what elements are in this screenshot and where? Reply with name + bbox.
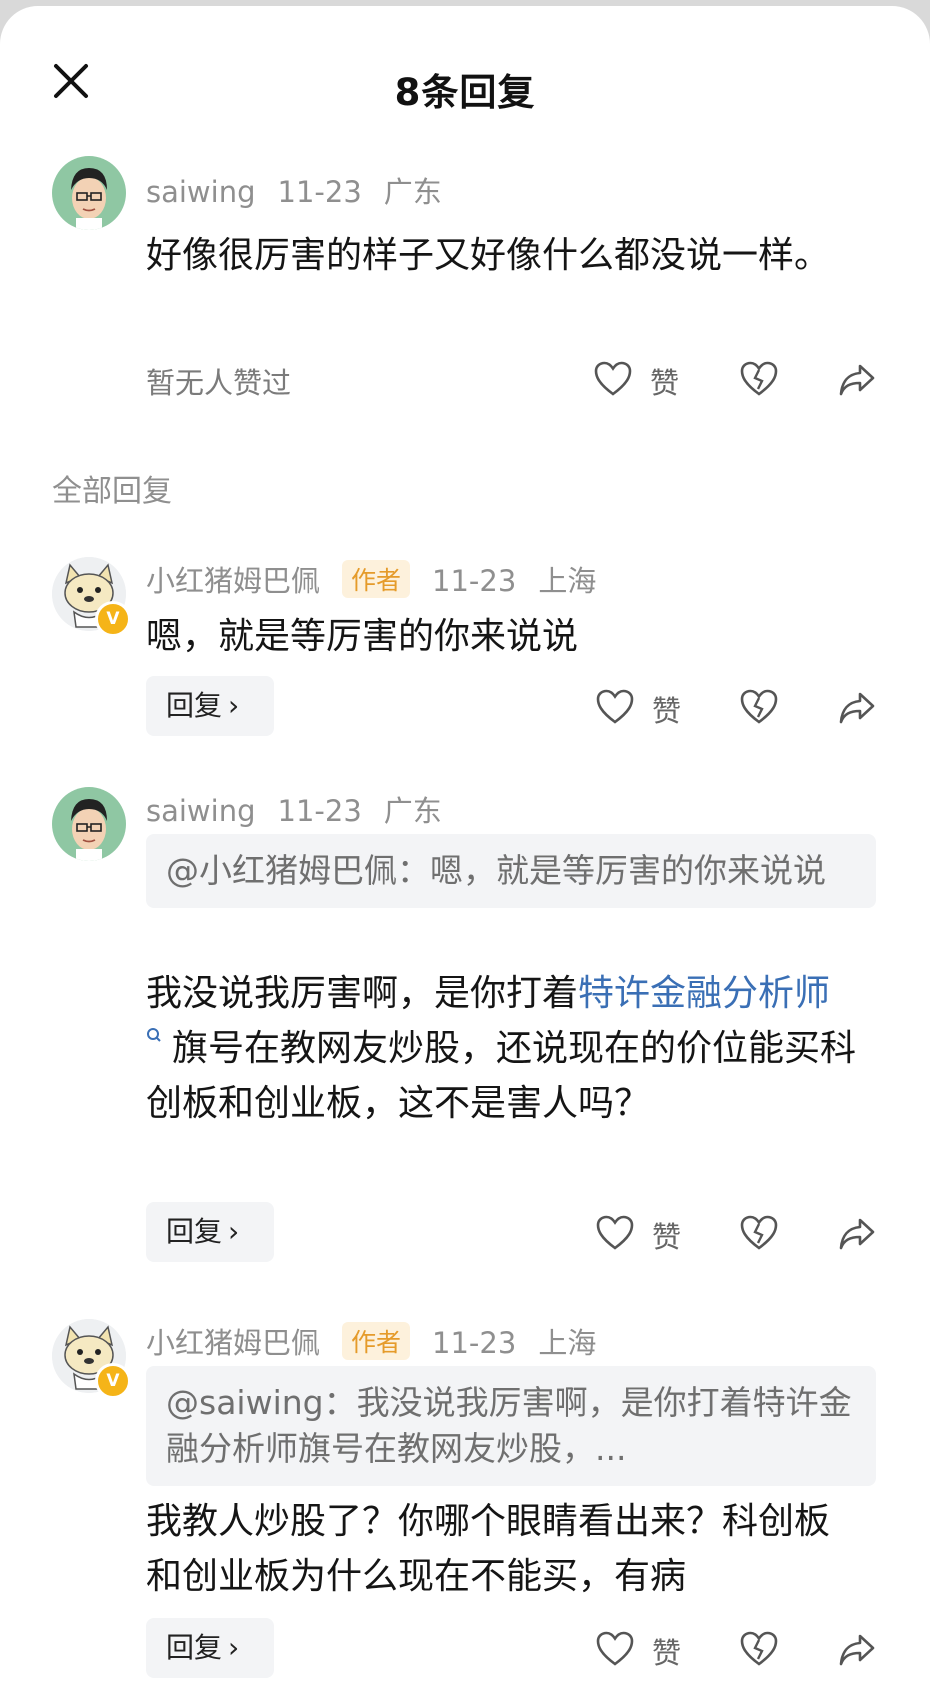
- author-tag: 作者: [342, 1322, 411, 1360]
- comment-text: 好像很厉害的样子又好像什么都没说一样。: [146, 235, 831, 276]
- share-icon[interactable]: [838, 363, 876, 397]
- chevron-right-icon: ›: [228, 689, 240, 722]
- share-icon[interactable]: [838, 1217, 876, 1251]
- username[interactable]: saiwing: [146, 794, 256, 828]
- reply-text-part: 旗号在教网友炒股，还说现在的价位能买科创板和创业板，这不是害人吗？: [146, 1028, 857, 1124]
- comment-location: 广东: [383, 175, 442, 209]
- reply-location: 上海: [538, 564, 597, 598]
- section-label: 全部回复: [52, 474, 172, 509]
- reply-button[interactable]: 回复 ›: [146, 1202, 274, 1262]
- avatar[interactable]: V: [52, 557, 131, 637]
- reply-button[interactable]: 回复 ›: [146, 1618, 274, 1678]
- like-icon[interactable]: [596, 1215, 634, 1251]
- reply-button-label: 回复: [166, 1631, 223, 1664]
- dislike-icon[interactable]: [740, 689, 778, 725]
- search-link[interactable]: 特许金融分析师: [578, 973, 830, 1014]
- chevron-right-icon: ›: [228, 1631, 240, 1664]
- verified-badge: V: [95, 601, 131, 637]
- dislike-icon[interactable]: [740, 1631, 778, 1667]
- reply-text: 我没说我厉害啊，是你打着特许金融分析师旗号在教网友炒股，还说现在的价位能买科创板…: [146, 966, 856, 1131]
- reply-date: 11-23: [432, 1326, 517, 1360]
- username[interactable]: saiwing: [146, 175, 256, 209]
- comment-date: 11-23: [277, 175, 362, 209]
- like-icon[interactable]: [594, 361, 632, 397]
- username[interactable]: 小红猪姆巴佩: [146, 1326, 320, 1360]
- quoted-reply: @saiwing：我没说我厉害啊，是你打着特许金融分析师旗号在教网友炒股，...: [146, 1366, 876, 1486]
- dislike-icon[interactable]: [740, 361, 778, 397]
- author-tag: 作者: [342, 560, 411, 598]
- comment-meta: saiwing 11-23 广东: [146, 169, 464, 211]
- reply-sheet: 8条回复 saiwing 11-23 广东 好像很厉害的样子又好像什么都没说一样。 …: [0, 6, 930, 1699]
- reply-location: 广东: [383, 794, 442, 828]
- like-label[interactable]: 赞: [652, 1214, 681, 1256]
- reply-date: 11-23: [277, 794, 362, 828]
- like-label[interactable]: 赞: [650, 360, 679, 402]
- avatar[interactable]: V: [52, 1319, 131, 1399]
- no-likes-text: 暂无人赞过: [146, 366, 292, 400]
- quoted-reply: @小红猪姆巴佩：嗯，就是等厉害的你来说说: [146, 834, 876, 908]
- avatar[interactable]: [52, 156, 126, 230]
- dislike-icon[interactable]: [740, 1215, 778, 1251]
- reply-button-label: 回复: [166, 1215, 223, 1248]
- search-icon[interactable]: [146, 1027, 162, 1049]
- reply-text: 我教人炒股了？你哪个眼睛看出来？科创板和创业板为什么现在不能买，有病: [146, 1501, 831, 1597]
- reply-meta: saiwing 11-23 广东: [146, 788, 464, 830]
- like-icon[interactable]: [596, 1631, 634, 1667]
- reply-meta: 小红猪姆巴佩 作者 11-23 上海: [146, 1320, 618, 1362]
- share-icon[interactable]: [838, 1633, 876, 1667]
- like-label[interactable]: 赞: [652, 1630, 681, 1672]
- reply-button-label: 回复: [166, 689, 223, 722]
- reply-text-part: 我没说我厉害啊，是你打着: [146, 973, 579, 1014]
- user-face-icon: [71, 799, 107, 861]
- page-title: 8条回复: [394, 71, 536, 114]
- chevron-right-icon: ›: [228, 1215, 240, 1248]
- share-icon[interactable]: [838, 691, 876, 725]
- reply-button[interactable]: 回复 ›: [146, 676, 274, 736]
- header: 8条回复: [0, 6, 930, 156]
- avatar[interactable]: [52, 787, 126, 861]
- reply-date: 11-23: [432, 564, 517, 598]
- like-icon[interactable]: [596, 689, 634, 725]
- reply-location: 上海: [538, 1326, 597, 1360]
- verified-badge: V: [95, 1363, 131, 1399]
- reply-meta: 小红猪姆巴佩 作者 11-23 上海: [146, 558, 618, 600]
- user-face-icon: [71, 168, 107, 230]
- username[interactable]: 小红猪姆巴佩: [146, 564, 320, 598]
- reply-text: 嗯，就是等厉害的你来说说: [146, 616, 579, 657]
- like-label[interactable]: 赞: [652, 688, 681, 730]
